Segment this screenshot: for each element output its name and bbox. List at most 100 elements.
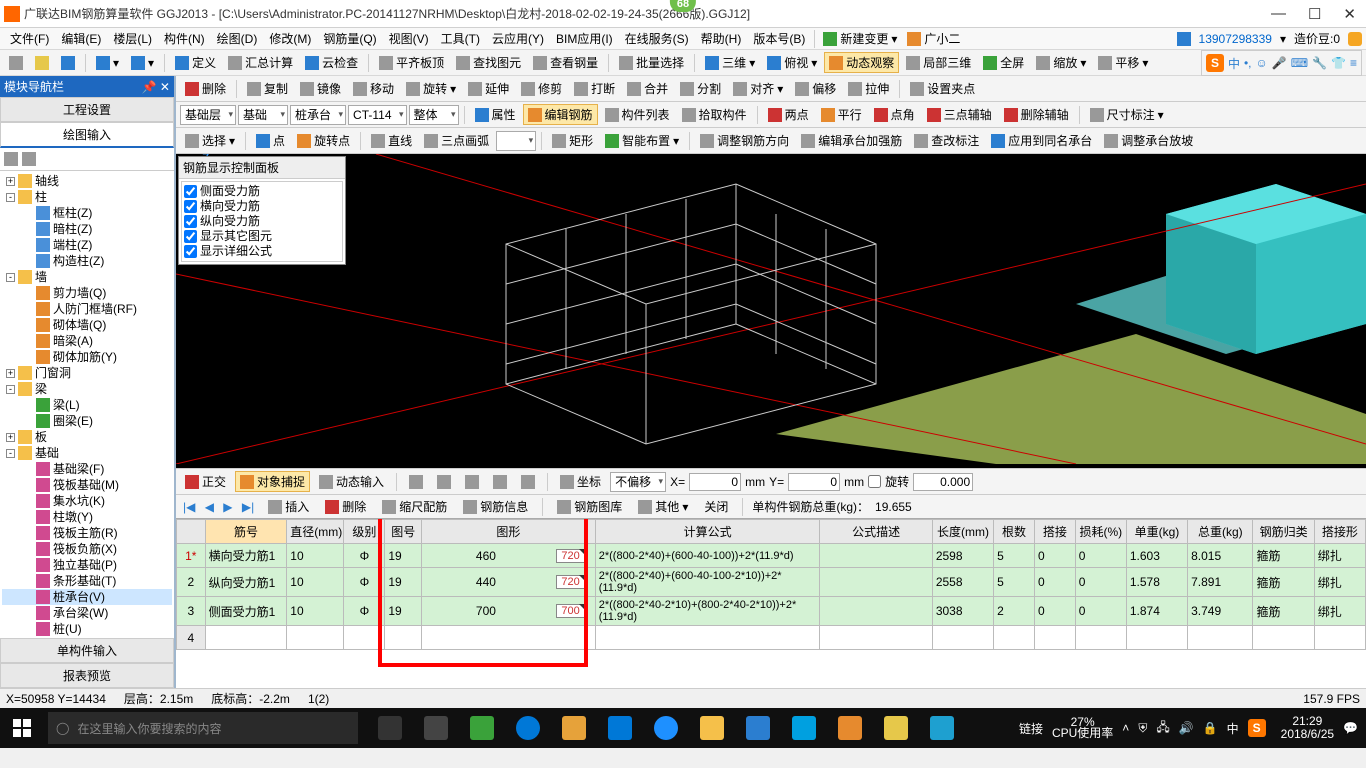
pan-button[interactable]: 平移▾ (1093, 52, 1153, 73)
ime-menu[interactable]: ≡ (1350, 56, 1357, 70)
tray-shield-icon[interactable]: ⛨ (1138, 721, 1147, 736)
tree-node[interactable]: 柱墩(Y) (2, 509, 172, 525)
app-4[interactable] (598, 708, 642, 748)
cell-loss[interactable]: 0 (1075, 544, 1126, 568)
coord-button[interactable]: 坐标 (555, 471, 606, 492)
comp-list-button[interactable]: 构件列表 (600, 104, 675, 125)
move-button[interactable]: 移动 (348, 78, 399, 99)
mirror-button[interactable]: 镜像 (295, 78, 346, 99)
cell-name[interactable]: 纵向受力筋1 (205, 568, 287, 597)
rotate-button[interactable]: 旋转▾ (401, 78, 461, 99)
tree-node[interactable]: 暗柱(Z) (2, 221, 172, 237)
tree-node[interactable]: 圈梁(E) (2, 413, 172, 429)
tree-node[interactable]: +板 (2, 429, 172, 445)
fullscreen-button[interactable]: 全屏 (978, 52, 1029, 73)
check-annot-button[interactable]: 查改标注 (909, 130, 984, 151)
tree-node[interactable]: 砌体墙(Q) (2, 317, 172, 333)
snap-b[interactable] (432, 473, 456, 491)
type-select[interactable]: 桩承台 (290, 105, 346, 125)
adj-dir-button[interactable]: 调整钢筋方向 (695, 130, 794, 151)
rebar-grid[interactable]: 筋号直径(mm)级别图号图形计算公式公式描述长度(mm)根数搭接损耗(%)单重(… (176, 518, 1366, 688)
batch-select-button[interactable]: 批量选择 (614, 52, 689, 73)
view-rebar-button[interactable]: 查看钢量 (528, 52, 603, 73)
expand-toggle[interactable]: + (6, 433, 15, 442)
minimize-button[interactable]: — (1271, 5, 1286, 23)
app-6[interactable] (782, 708, 826, 748)
app-8[interactable] (874, 708, 918, 748)
col-header[interactable]: 总重(kg) (1188, 520, 1253, 544)
cell-fig[interactable]: 19 (385, 568, 422, 597)
cell-lapf[interactable]: 绑扎 (1314, 597, 1365, 626)
cell-desc[interactable] (820, 544, 932, 568)
ime-zhong[interactable]: 中 (1228, 55, 1240, 72)
cell-cat[interactable]: 箍筋 (1253, 544, 1314, 568)
app-ie[interactable] (644, 708, 688, 748)
tree-node[interactable]: +门窗洞 (2, 365, 172, 381)
3d-button[interactable]: 三维▾ (700, 52, 760, 73)
cell-fig[interactable]: 19 (385, 597, 422, 626)
cell-tw[interactable]: 8.015 (1188, 544, 1253, 568)
tree-node[interactable]: 剪力墙(Q) (2, 285, 172, 301)
dyn-view-button[interactable]: 动态观察 (824, 52, 899, 73)
cell-lap[interactable]: 0 (1034, 544, 1075, 568)
rebar-info[interactable]: 钢筋信息 (458, 496, 533, 517)
visibility-checkbox[interactable] (184, 245, 197, 258)
split-button[interactable]: 分割 (675, 78, 726, 99)
cell-cat[interactable]: 箍筋 (1253, 568, 1314, 597)
menu-component[interactable]: 构件(N) (158, 30, 211, 47)
component-tree[interactable]: +轴线-柱框柱(Z)暗柱(Z)端柱(Z)构造柱(Z)-墙剪力墙(Q)人防门框墙(… (0, 171, 174, 638)
tree-node[interactable]: 人防门框墙(RF) (2, 301, 172, 317)
cell-cat[interactable]: 箍筋 (1253, 597, 1314, 626)
phone-number[interactable]: 13907298339 (1199, 32, 1272, 46)
scope-select[interactable]: 整体 (409, 105, 459, 125)
offset-mode[interactable]: 不偏移 (610, 472, 666, 492)
visibility-checkbox[interactable] (184, 200, 197, 213)
app-explorer[interactable] (690, 708, 734, 748)
cell-lapf[interactable]: 绑扎 (1314, 568, 1365, 597)
tray-clock[interactable]: 21:292018/6/25 (1281, 715, 1334, 741)
x-input[interactable] (689, 473, 741, 491)
cell-uw[interactable]: 1.603 (1126, 544, 1187, 568)
tab-draw-input[interactable]: 绘图输入 (0, 122, 174, 148)
category-select[interactable]: 基础 (238, 105, 288, 125)
cloud-check-button[interactable]: 云检查 (300, 52, 363, 73)
ime-toolbar[interactable]: S 中 •, ☺ 🎤 ⌨ 🔧 👕 ≡ (1201, 50, 1362, 76)
cpu-meter[interactable]: 27%CPU使用率 (1052, 717, 1113, 739)
col-header[interactable]: 直径(mm) (287, 520, 344, 544)
tab-report-preview[interactable]: 报表预览 (0, 663, 174, 688)
edit-cap-rebar-button[interactable]: 编辑承台加强筋 (796, 130, 907, 151)
tree-node[interactable]: 独立基础(P) (2, 557, 172, 573)
col-header[interactable]: 钢筋归类 (1253, 520, 1314, 544)
maximize-button[interactable]: ☐ (1308, 5, 1321, 23)
app-7[interactable] (828, 708, 872, 748)
col-header[interactable]: 单重(kg) (1126, 520, 1187, 544)
rebar-lib[interactable]: 钢筋图库 (552, 496, 627, 517)
cell-cnt[interactable]: 5 (994, 568, 1035, 597)
menu-draw[interactable]: 绘图(D) (211, 30, 264, 47)
define-button[interactable]: 定义 (170, 52, 221, 73)
instance-select[interactable]: CT-114 (348, 105, 406, 125)
windows-taskbar[interactable]: ◯ 在这里输入你要搜索的内容 链接 27%CPU使用率 ˄ ⛨ 🖧 🔊 🔒 中 … (0, 708, 1366, 748)
rot-pt-tool[interactable]: 旋转点 (292, 130, 355, 151)
nav-next[interactable]: ▶ (220, 500, 235, 514)
find-elem-button[interactable]: 查找图元 (451, 52, 526, 73)
trim-button[interactable]: 修剪 (516, 78, 567, 99)
adj-slope-button[interactable]: 调整承台放坡 (1099, 130, 1198, 151)
overhead-button[interactable]: 俯视▾ (762, 52, 822, 73)
cell-grade[interactable]: Φ (344, 597, 385, 626)
delete-button[interactable]: 删除 (180, 78, 231, 99)
break-button[interactable]: 打断 (569, 78, 620, 99)
app-2[interactable] (460, 708, 504, 748)
col-header[interactable]: 损耗(%) (1075, 520, 1126, 544)
sogou-icon[interactable]: S (1206, 54, 1224, 72)
table-row[interactable]: 4 (177, 626, 1366, 650)
rot-check[interactable] (868, 475, 881, 488)
ime-skin[interactable]: 👕 (1331, 56, 1346, 70)
visibility-checkbox[interactable] (184, 185, 197, 198)
expand-toggle[interactable]: + (6, 177, 15, 186)
visibility-item[interactable]: 显示详细公式 (184, 244, 340, 259)
floor-select[interactable]: 基础层 (180, 105, 236, 125)
visibility-item[interactable]: 显示其它图元 (184, 229, 340, 244)
user-button[interactable]: 广小二 (902, 28, 965, 49)
cell-fig[interactable]: 19 (385, 544, 422, 568)
